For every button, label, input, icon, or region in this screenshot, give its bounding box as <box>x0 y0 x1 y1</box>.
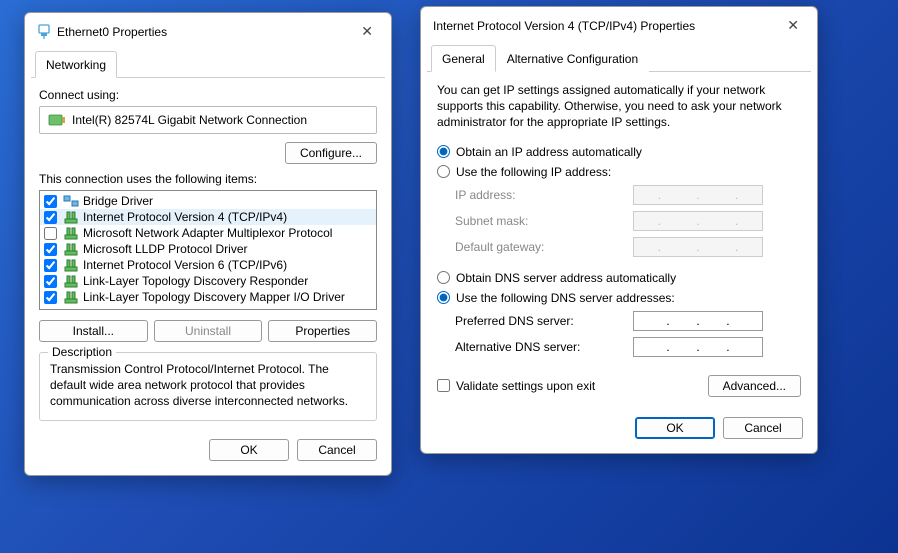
tab-alternative[interactable]: Alternative Configuration <box>496 45 649 72</box>
gateway-input: ... <box>633 237 763 257</box>
protocol-checkbox[interactable] <box>44 211 57 224</box>
bridge-icon <box>63 194 79 208</box>
dns-manual-label: Use the following DNS server addresses: <box>456 291 675 305</box>
protocol-label: Internet Protocol Version 4 (TCP/IPv4) <box>83 210 287 224</box>
tab-general[interactable]: General <box>431 45 496 72</box>
configure-button[interactable]: Configure... <box>285 142 377 164</box>
ip-address-label: IP address: <box>455 188 625 202</box>
protocol-label: Bridge Driver <box>83 194 153 208</box>
pref-dns-seg1[interactable] <box>640 314 666 328</box>
protocol-label: Microsoft Network Adapter Multiplexor Pr… <box>83 226 332 240</box>
list-item[interactable]: Microsoft Network Adapter Multiplexor Pr… <box>40 225 376 241</box>
list-item[interactable]: Internet Protocol Version 4 (TCP/IPv4) <box>40 209 376 225</box>
nic-icon <box>48 113 66 127</box>
protocol-icon <box>63 290 79 304</box>
protocol-icon <box>63 258 79 272</box>
protocol-label: Link-Layer Topology Discovery Mapper I/O… <box>83 290 345 304</box>
close-icon[interactable]: ✕ <box>355 21 379 42</box>
dns-manual-radio[interactable] <box>437 291 450 304</box>
intro-text: You can get IP settings assigned automat… <box>437 82 801 131</box>
tab-strip: Networking <box>25 50 391 78</box>
pref-dns-seg4[interactable] <box>730 314 756 328</box>
adapter-box[interactable]: Intel(R) 82574L Gigabit Network Connecti… <box>39 106 377 134</box>
protocol-label: Link-Layer Topology Discovery Responder <box>83 274 308 288</box>
titlebar: Ethernet0 Properties ✕ <box>25 13 391 50</box>
alt-dns-label: Alternative DNS server: <box>455 340 625 354</box>
protocol-label: Internet Protocol Version 6 (TCP/IPv6) <box>83 258 287 272</box>
ethernet-properties-window: Ethernet0 Properties ✕ Networking Connec… <box>24 12 392 476</box>
subnet-input: ... <box>633 211 763 231</box>
alt-dns-input[interactable]: ... <box>633 337 763 357</box>
protocol-checkbox[interactable] <box>44 291 57 304</box>
protocol-checkbox[interactable] <box>44 243 57 256</box>
titlebar: Internet Protocol Version 4 (TCP/IPv4) P… <box>421 7 817 44</box>
tab-strip: General Alternative Configuration <box>421 44 817 72</box>
window-title: Internet Protocol Version 4 (TCP/IPv4) P… <box>433 19 781 33</box>
ipv4-properties-window: Internet Protocol Version 4 (TCP/IPv4) P… <box>420 6 818 454</box>
list-item[interactable]: Bridge Driver <box>40 193 376 209</box>
alt-dns-seg1[interactable] <box>640 340 666 354</box>
connect-using-label: Connect using: <box>39 88 377 102</box>
protocol-icon <box>63 226 79 240</box>
ip-address-input: ... <box>633 185 763 205</box>
advanced-button[interactable]: Advanced... <box>708 375 801 397</box>
cancel-button[interactable]: Cancel <box>723 417 803 439</box>
properties-button[interactable]: Properties <box>268 320 377 342</box>
protocol-checkbox[interactable] <box>44 275 57 288</box>
protocol-label: Microsoft LLDP Protocol Driver <box>83 242 248 256</box>
validate-checkbox[interactable] <box>437 379 450 392</box>
protocol-list[interactable]: Bridge Driver Internet Protocol Version 4… <box>39 190 377 310</box>
ip-manual-label: Use the following IP address: <box>456 165 611 179</box>
cancel-button[interactable]: Cancel <box>297 439 377 461</box>
protocol-icon <box>63 242 79 256</box>
list-item[interactable]: Link-Layer Topology Discovery Mapper I/O… <box>40 289 376 305</box>
uninstall-button[interactable]: Uninstall <box>154 320 263 342</box>
description-text: Transmission Control Protocol/Internet P… <box>50 361 366 410</box>
ip-auto-radio[interactable] <box>437 145 450 158</box>
list-item[interactable]: Microsoft LLDP Protocol Driver <box>40 241 376 257</box>
ok-button[interactable]: OK <box>635 417 715 439</box>
validate-label: Validate settings upon exit <box>456 379 595 393</box>
protocol-checkbox[interactable] <box>44 195 57 208</box>
ip-auto-label: Obtain an IP address automatically <box>456 145 642 159</box>
dns-auto-label: Obtain DNS server address automatically <box>456 271 676 285</box>
pref-dns-seg2[interactable] <box>670 314 696 328</box>
protocol-checkbox[interactable] <box>44 259 57 272</box>
dns-auto-radio[interactable] <box>437 271 450 284</box>
close-icon[interactable]: ✕ <box>781 15 805 36</box>
ok-button[interactable]: OK <box>209 439 289 461</box>
alt-dns-seg3[interactable] <box>700 340 726 354</box>
gateway-label: Default gateway: <box>455 240 625 254</box>
subnet-label: Subnet mask: <box>455 214 625 228</box>
pref-dns-label: Preferred DNS server: <box>455 314 625 328</box>
install-button[interactable]: Install... <box>39 320 148 342</box>
description-legend: Description <box>48 345 116 359</box>
alt-dns-seg2[interactable] <box>670 340 696 354</box>
description-fieldset: Description Transmission Control Protoco… <box>39 352 377 421</box>
protocol-checkbox[interactable] <box>44 227 57 240</box>
adapter-name: Intel(R) 82574L Gigabit Network Connecti… <box>72 113 307 127</box>
items-label: This connection uses the following items… <box>39 172 377 186</box>
list-item[interactable]: Link-Layer Topology Discovery Responder <box>40 273 376 289</box>
pref-dns-input[interactable]: ... <box>633 311 763 331</box>
protocol-icon <box>63 274 79 288</box>
ethernet-icon <box>37 24 51 40</box>
alt-dns-seg4[interactable] <box>730 340 756 354</box>
pref-dns-seg3[interactable] <box>700 314 726 328</box>
ip-manual-radio[interactable] <box>437 165 450 178</box>
window-title: Ethernet0 Properties <box>57 25 355 39</box>
protocol-icon <box>63 210 79 224</box>
list-item[interactable]: Internet Protocol Version 6 (TCP/IPv6) <box>40 257 376 273</box>
tab-networking[interactable]: Networking <box>35 51 117 78</box>
